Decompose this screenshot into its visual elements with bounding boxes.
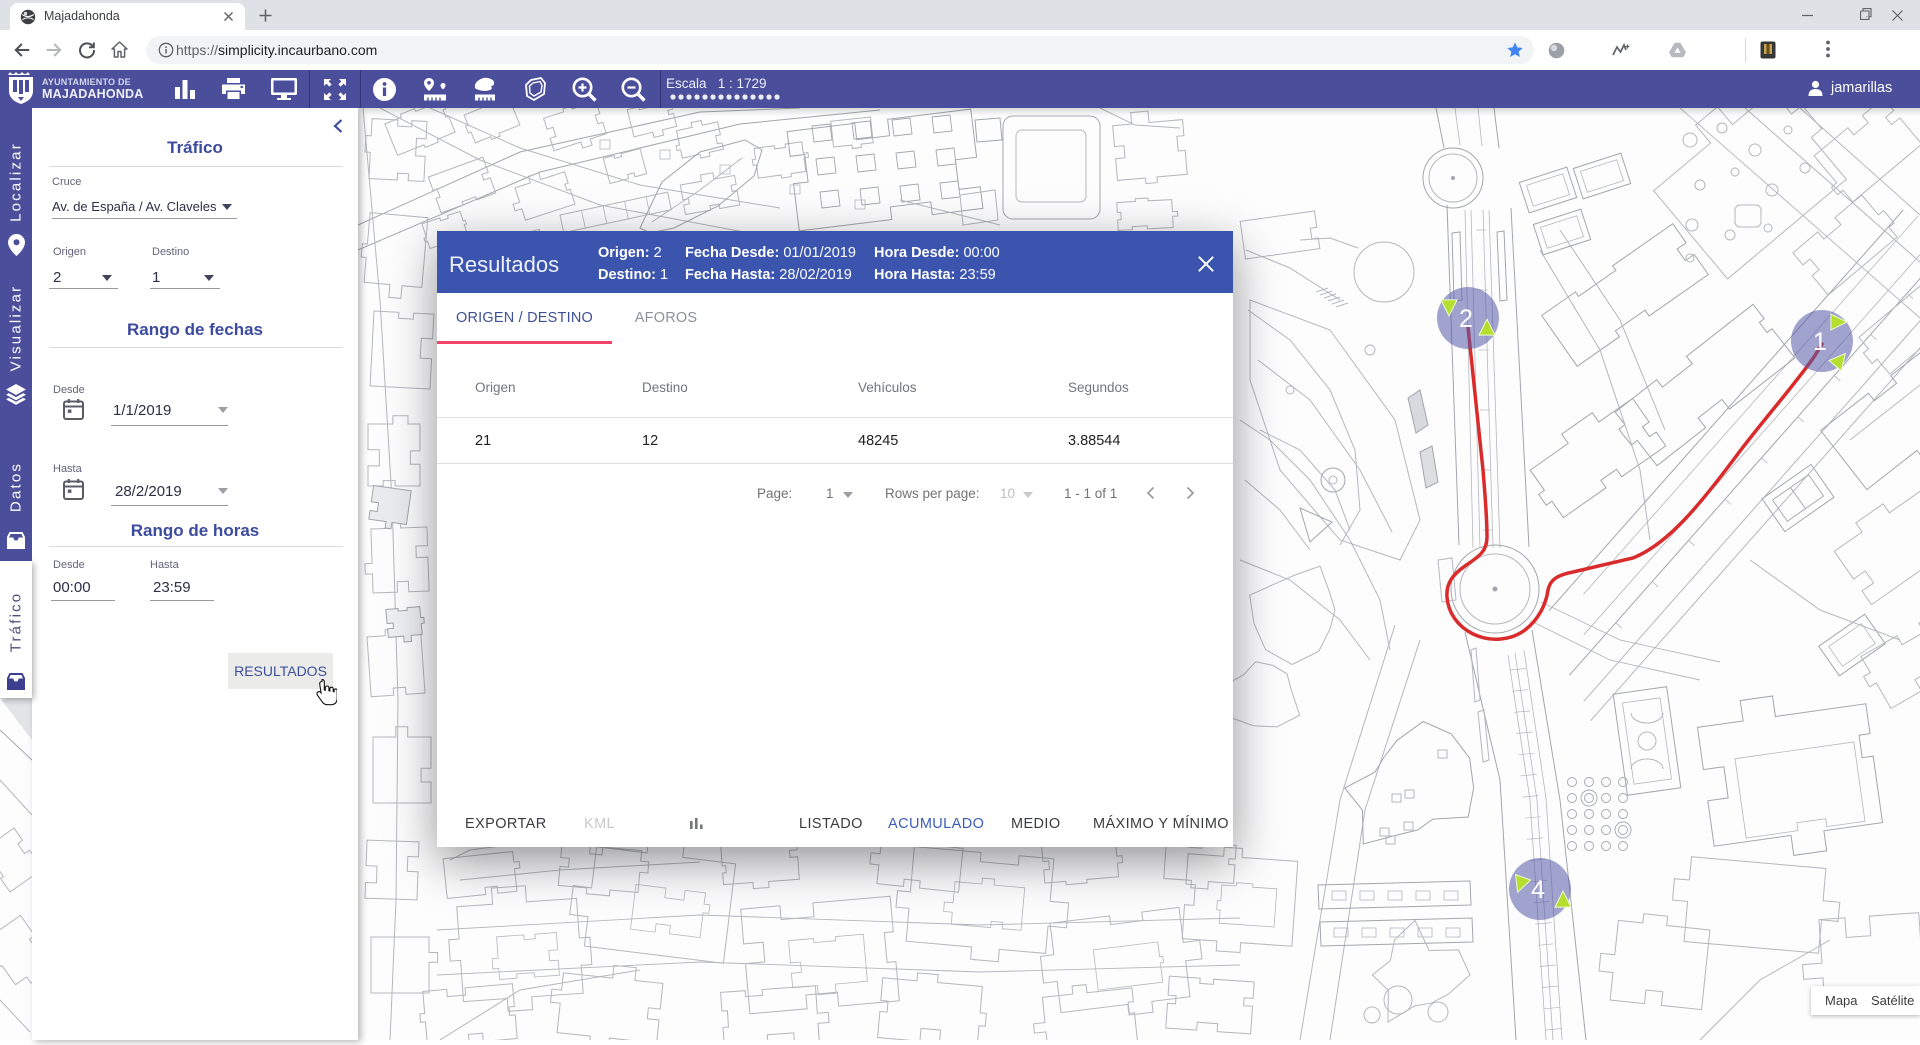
svg-text:4: 4 xyxy=(1531,876,1545,904)
svg-text:1: 1 xyxy=(1813,328,1827,356)
svg-text:2: 2 xyxy=(1459,305,1473,333)
